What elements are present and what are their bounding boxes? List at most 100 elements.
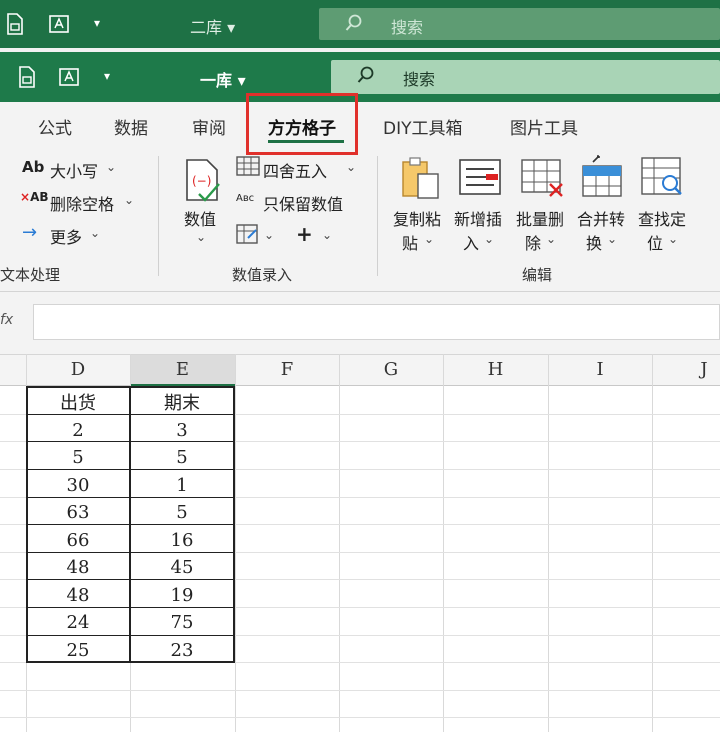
- formula-input[interactable]: [33, 304, 720, 340]
- table-cell[interactable]: 66: [26, 530, 130, 551]
- chevron-down-icon: ⌄: [106, 160, 117, 174]
- group-label-number: 数值录入: [232, 266, 293, 284]
- document-name[interactable]: 一库 ▾: [200, 67, 246, 91]
- table-border: [26, 579, 235, 580]
- column-headers: D E F G H I J: [0, 354, 720, 386]
- abc-icon: Aʙᴄ: [236, 193, 255, 204]
- table-cell[interactable]: 48: [26, 585, 130, 606]
- table-cell[interactable]: 45: [130, 557, 234, 578]
- table-border: [26, 469, 235, 470]
- find-locate-label: 查找定: [638, 210, 687, 229]
- chevron-down-icon: ⌄: [124, 193, 135, 207]
- case-label: 大小写: [50, 162, 99, 181]
- grid-line: [652, 354, 653, 732]
- table-cell[interactable]: 25: [26, 640, 130, 661]
- table-cell[interactable]: 24: [26, 612, 130, 633]
- insert-label-2: 入: [463, 234, 480, 253]
- group-separator: [158, 156, 159, 276]
- chevron-down-icon: ⌄: [546, 232, 557, 246]
- grid-line: [443, 354, 444, 732]
- ribbon-tabs: 公式 数据 审阅 方方格子 DIY工具箱 图片工具: [0, 102, 720, 146]
- group-label-edit: 编辑: [522, 266, 553, 284]
- batch-delete-label: 批量删: [516, 210, 565, 229]
- chevron-down-icon: ⌄: [264, 228, 275, 242]
- table-border: [26, 607, 235, 608]
- table-border: [26, 441, 235, 442]
- table-border: [26, 635, 235, 636]
- chevron-down-icon: ⌄: [90, 226, 101, 240]
- table-cell[interactable]: 3: [130, 420, 234, 441]
- find-grid-icon: [641, 157, 682, 195]
- batch-delete-label-2: 除: [525, 234, 542, 253]
- remove-space-icon: ×AB: [20, 190, 49, 204]
- search-icon: [345, 14, 362, 31]
- fx-icon[interactable]: fx: [0, 312, 13, 328]
- ribbon-panel: Ab 大小写 ⌄ ×AB 删除空格 ⌄ → 更多 ⌄ 文本处理 (−) 数值 ⌄…: [0, 146, 720, 292]
- more-label: 更多: [50, 228, 83, 247]
- find-locate-label-2: 位: [647, 234, 664, 253]
- column-header-g[interactable]: G: [339, 359, 443, 380]
- table-cell[interactable]: 16: [130, 530, 234, 551]
- column-header-h[interactable]: H: [443, 359, 548, 380]
- table-border: [26, 524, 235, 525]
- text-box-icon[interactable]: [48, 13, 70, 40]
- table-cell[interactable]: 5: [26, 447, 130, 468]
- table-cell[interactable]: 30: [26, 475, 130, 496]
- merge-convert-label-2: 换: [586, 234, 603, 253]
- table-cell[interactable]: 5: [130, 447, 234, 468]
- grid-line: [548, 354, 549, 732]
- tab-review[interactable]: 审阅: [192, 114, 226, 139]
- tab-picture-tools[interactable]: 图片工具: [510, 114, 578, 139]
- column-header-f[interactable]: F: [235, 359, 339, 380]
- insert-label: 新增插: [454, 210, 503, 229]
- search-box[interactable]: 搜索: [319, 8, 720, 40]
- table-cell[interactable]: 75: [130, 612, 234, 633]
- format-cells-icon: [236, 224, 258, 244]
- table-cell[interactable]: 48: [26, 557, 130, 578]
- copy-paste-label: 复制粘: [393, 210, 442, 229]
- column-header-d[interactable]: D: [26, 359, 130, 380]
- search-box[interactable]: 搜索: [331, 60, 720, 94]
- document-name[interactable]: 二库 ▾: [190, 14, 235, 38]
- chevron-down-icon[interactable]: ▾: [104, 69, 110, 83]
- table-cell[interactable]: 1: [130, 475, 234, 496]
- table-cell[interactable]: 2: [26, 420, 130, 441]
- round-label: 四舍五入: [263, 162, 328, 181]
- title-bar: ▾ 一库 ▾ 搜索: [0, 52, 720, 102]
- tab-data[interactable]: 数据: [114, 114, 148, 139]
- chevron-down-icon: ⌄: [346, 160, 357, 174]
- copy-paste-label-2: 贴: [402, 234, 419, 253]
- save-icon[interactable]: [6, 13, 24, 40]
- chevron-down-icon: ⌄: [607, 232, 618, 246]
- table-header-cell[interactable]: 出货: [26, 389, 130, 415]
- table-border: [26, 552, 235, 553]
- chevron-down-icon[interactable]: ▾: [94, 16, 100, 30]
- merge-grid-icon: [582, 155, 622, 197]
- grid-line: [0, 690, 720, 691]
- table-cell[interactable]: 63: [26, 502, 130, 523]
- plus-icon: +: [296, 222, 313, 246]
- group-label-text: 文本处理: [0, 266, 61, 284]
- grid-line: [235, 354, 236, 732]
- table-cell[interactable]: 23: [130, 640, 234, 661]
- keep-value-label: 只保留数值: [263, 195, 344, 214]
- table-cell[interactable]: 5: [130, 502, 234, 523]
- tab-formulas[interactable]: 公式: [38, 114, 72, 139]
- column-header-e[interactable]: E: [130, 355, 235, 386]
- arrow-right-icon: →: [22, 222, 38, 243]
- table-border: [26, 497, 235, 498]
- save-icon[interactable]: [18, 66, 36, 93]
- chevron-down-icon: ⌄: [322, 228, 333, 242]
- insert-rows-icon: [459, 159, 501, 195]
- column-header-i[interactable]: I: [548, 359, 652, 380]
- text-box-icon[interactable]: [58, 66, 80, 93]
- clipboard-icon: [402, 157, 439, 199]
- table-cell[interactable]: 19: [130, 585, 234, 606]
- case-icon: Ab: [22, 158, 45, 176]
- tab-diy-toolbox[interactable]: DIY工具箱: [383, 114, 463, 139]
- column-header-j[interactable]: J: [652, 359, 720, 380]
- formula-bar: fx: [0, 292, 720, 354]
- group-separator: [377, 156, 378, 276]
- remove-space-label: 删除空格: [50, 195, 115, 214]
- table-header-cell[interactable]: 期末: [130, 389, 234, 415]
